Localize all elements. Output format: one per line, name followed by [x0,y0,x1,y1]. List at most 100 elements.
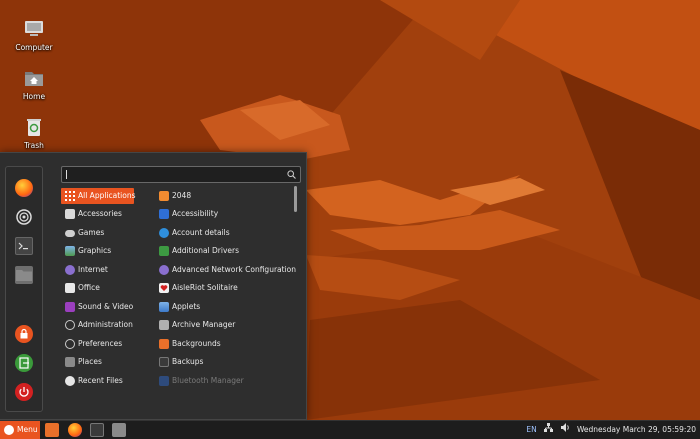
menu-button-label: Menu [17,425,38,434]
drivers-icon [159,246,169,256]
network-wired-icon[interactable] [544,423,555,434]
scrollbar-thumb[interactable] [294,186,297,212]
category-graphics[interactable]: Graphics [61,243,134,259]
graphics-icon [65,246,75,256]
search-input[interactable] [66,168,276,180]
category-label: Sound & Video [78,302,134,311]
category-administration[interactable]: Administration [61,317,134,333]
multimedia-icon [65,302,75,312]
accessories-icon [65,209,75,219]
network-icon [159,265,169,275]
applets-icon [159,302,169,312]
category-office[interactable]: Office [61,280,134,296]
shutdown-icon[interactable] [15,383,33,401]
category-label: Administration [78,320,133,329]
app-accessibility[interactable]: Accessibility [155,206,290,222]
category-label: Preferences [78,339,123,348]
internet-icon [65,265,75,275]
computer-icon [23,18,45,40]
logout-icon[interactable] [15,354,33,372]
clock[interactable]: Wednesday March 29, 05:59:20 [577,425,696,434]
ubuntu-logo-icon [4,425,14,435]
desktop-icon-label: Trash [24,141,44,150]
app-label: Account details [172,228,230,237]
search-icon [287,170,296,179]
terminal-icon[interactable] [15,237,33,255]
app-label: 2048 [172,191,192,200]
desktop-icon-trash[interactable]: Trash [9,116,59,150]
application-menu: All Applications Accessories Games Graph… [0,152,307,420]
keyboard-layout-indicator[interactable]: EN [526,425,536,434]
firefox-icon[interactable] [15,179,33,197]
settings-icon[interactable] [15,208,33,226]
app-additional-drivers[interactable]: Additional Drivers [155,243,290,259]
lock-screen-icon[interactable] [15,325,33,343]
app-label: AisleRiot Solitaire [172,283,238,292]
category-label: All Applications [78,191,136,200]
app-archive-manager[interactable]: Archive Manager [155,317,290,333]
category-label: Recent Files [78,376,123,385]
category-label: Games [78,228,105,237]
category-games[interactable]: Games [61,225,134,241]
favorites-panel [5,166,43,412]
category-accessories[interactable]: Accessories [61,206,134,222]
category-all-applications[interactable]: All Applications [61,188,136,204]
volume-icon[interactable] [560,423,572,434]
app-2048[interactable]: 2048 [155,188,290,204]
app-backups[interactable]: Backups [155,354,290,370]
menu-button[interactable]: Menu [0,421,40,439]
category-label: Office [78,283,100,292]
folder-icon[interactable] [112,423,126,437]
app-backgrounds[interactable]: Backgrounds [155,336,290,352]
firefox-icon[interactable] [68,423,82,437]
app-advanced-network-configuration[interactable]: Advanced Network Configuration [155,262,296,278]
desktop-icon-computer[interactable]: Computer [9,18,59,52]
category-places[interactable]: Places [61,354,134,370]
terminal-icon[interactable] [90,423,104,437]
archive-icon [159,320,169,330]
app-label: Backgrounds [172,339,221,348]
2048-icon [159,191,169,201]
app-label: Archive Manager [172,320,236,329]
desktop-icon-home[interactable]: Home [9,67,59,101]
category-label: Places [78,357,102,366]
app-label: Applets [172,302,201,311]
places-folder-icon [65,357,75,367]
app-applets[interactable]: Applets [155,299,290,315]
category-label: Internet [78,265,108,274]
desktop-icon-label: Home [22,92,46,101]
grid-icon [65,191,75,201]
trash-icon [23,116,45,138]
app-bluetooth-manager[interactable]: Bluetooth Manager [155,373,290,389]
applications-scrollbar[interactable] [294,186,297,411]
category-preferences[interactable]: Preferences [61,336,134,352]
app-label: Backups [172,357,204,366]
accessibility-icon [159,209,169,219]
games-icon [65,230,75,237]
preferences-icon [65,339,75,349]
app-label: Bluetooth Manager [172,376,244,385]
files-icon[interactable] [15,266,33,284]
category-sound-video[interactable]: Sound & Video [61,299,134,315]
category-label: Accessories [78,209,122,218]
backgrounds-icon [159,339,169,349]
home-folder-icon [23,67,45,89]
taskbar: Menu EN Wednesday March 29, 05:59:20 [0,420,700,439]
search-box[interactable] [61,166,301,183]
app-aisleriot-solitaire[interactable]: AisleRiot Solitaire [155,280,290,296]
office-icon [65,283,75,293]
app-label: Additional Drivers [172,246,240,255]
recent-files-icon [65,376,75,386]
account-icon [159,228,169,238]
desktop-icon-label: Computer [15,43,53,52]
administration-icon [65,320,75,330]
system-tray: EN Wednesday March 29, 05:59:20 [521,421,696,439]
files-icon[interactable] [45,423,59,437]
app-label: Accessibility [172,209,219,218]
cards-icon [159,283,169,293]
category-internet[interactable]: Internet [61,262,134,278]
app-label: Advanced Network Configuration [172,265,296,274]
category-recent-files[interactable]: Recent Files [61,373,134,389]
app-account-details[interactable]: Account details [155,225,290,241]
bluetooth-icon [159,376,169,386]
